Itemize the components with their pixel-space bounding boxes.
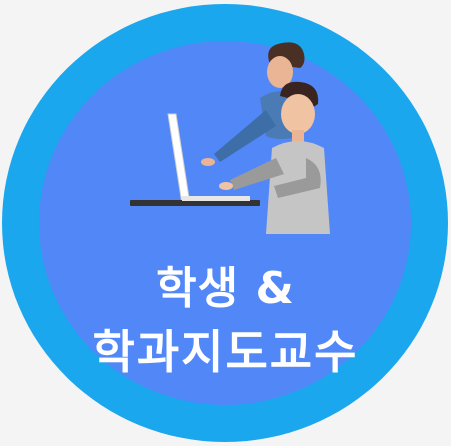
people-at-laptop-icon: [130, 42, 330, 234]
title-line-2: 학과지도교수: [92, 325, 359, 379]
title-line-1: 학생 &: [156, 263, 295, 314]
student-advisor-button[interactable]: 학생 & 학과지도교수: [0, 0, 451, 446]
